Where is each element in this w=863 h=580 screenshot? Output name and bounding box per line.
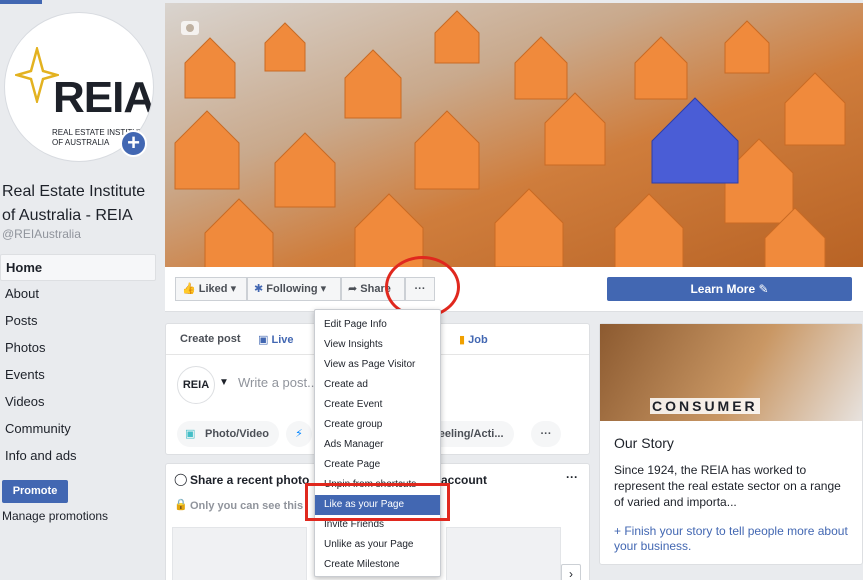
chevron-down-icon: ▾ xyxy=(320,283,327,295)
top-tab-indicator xyxy=(0,0,42,4)
menu-item-ads-manager[interactable]: Ads Manager xyxy=(315,435,440,455)
chevron-down-icon: ▾ xyxy=(230,283,237,295)
more-options-button[interactable]: ··· xyxy=(531,421,561,447)
story-image-text: CONSUMER xyxy=(650,398,760,414)
photo-thumbnail[interactable] xyxy=(172,527,307,580)
photo-video-button[interactable]: ▣ Photo/Video xyxy=(177,421,279,447)
manage-promotions-link[interactable]: Manage promotions xyxy=(2,509,108,523)
visibility-label: Only you can see this xyxy=(190,500,304,512)
sidebar-item-posts[interactable]: Posts xyxy=(0,308,156,335)
page-handle[interactable]: @REIAustralia xyxy=(2,227,81,241)
our-story-card: CONSUMER Our Story Since 1924, the REIA … xyxy=(599,323,863,565)
live-video-icon: ▣ xyxy=(258,334,269,346)
menu-item-create-milestone[interactable]: Create Milestone xyxy=(315,555,440,575)
sidebar-item-info-and-ads[interactable]: Info and ads xyxy=(0,443,156,470)
sidebar-item-about[interactable]: About xyxy=(0,281,156,308)
sidebar-item-home[interactable]: Home xyxy=(0,254,156,281)
sidebar-item-photos[interactable]: Photos xyxy=(0,335,156,362)
chevron-down-icon[interactable]: ▼ xyxy=(219,377,229,388)
story-body: Since 1924, the REIA has worked to repre… xyxy=(614,463,841,509)
cover-photo xyxy=(165,3,863,267)
rss-icon: ✱ xyxy=(254,283,264,295)
sidebar-item-events[interactable]: Events xyxy=(0,362,156,389)
menu-item-create-event[interactable]: Create Event xyxy=(315,395,440,415)
instagram-icon: ◯ xyxy=(174,472,188,486)
live-tab[interactable]: ▣ Live xyxy=(258,333,293,346)
pencil-icon: ✎ xyxy=(758,282,769,296)
story-title: Our Story xyxy=(614,435,674,451)
avatar[interactable]: REIA xyxy=(177,366,215,404)
liked-button[interactable]: 👍 Liked ▾ xyxy=(175,277,247,301)
menu-item-create-ad[interactable]: Create ad xyxy=(315,375,440,395)
lock-icon: 🔒 xyxy=(174,499,188,511)
blue-house xyxy=(651,97,739,184)
houses-illustration xyxy=(174,10,846,267)
avatar-subtitle-line2: OF AUSTRALIA xyxy=(52,138,110,147)
job-tab[interactable]: ▮ Job xyxy=(459,333,488,346)
menu-item-unlike-as-your-page[interactable]: Unlike as your Page xyxy=(315,535,440,555)
finish-story-link[interactable]: + Finish your story to tell people more … xyxy=(614,524,849,554)
avatar-logo-text: REIA xyxy=(53,73,154,122)
create-post-tab[interactable]: Create post xyxy=(180,333,241,345)
more-options-button[interactable]: ··· xyxy=(566,470,578,484)
menu-item-create-group[interactable]: Create group xyxy=(315,415,440,435)
learn-more-button[interactable]: Learn More ✎ xyxy=(607,277,852,301)
side-nav: Home About Posts Photos Events Videos Co… xyxy=(0,254,156,470)
chevron-right-icon[interactable]: › xyxy=(561,564,581,580)
menu-item-edit-page-info[interactable]: Edit Page Info xyxy=(315,315,440,335)
menu-item-create-page[interactable]: Create Page xyxy=(315,455,440,475)
left-sidebar: REIA REAL ESTATE INSTITUTE OF AUSTRALIA … xyxy=(0,0,163,580)
menu-item-view-insights[interactable]: View Insights xyxy=(315,335,440,355)
story-image: CONSUMER xyxy=(600,324,862,421)
photo-icon: ▣ xyxy=(185,428,196,440)
share-arrow-icon: ➦ xyxy=(348,283,358,295)
post-input[interactable]: Write a post... xyxy=(238,375,318,390)
messenger-icon[interactable]: ⚡ xyxy=(286,421,312,447)
photo-thumbnail[interactable] xyxy=(446,527,561,580)
update-profile-picture-plus-icon[interactable]: + xyxy=(120,130,147,157)
sidebar-item-videos[interactable]: Videos xyxy=(0,389,156,416)
more-options-menu: Edit Page Info View Insights View as Pag… xyxy=(314,309,441,577)
share-photo-title: Share a recent photo xyxy=(190,473,310,487)
page-action-bar: 👍 Liked ▾ ✱ Following ▾ ➦ Share ··· Lear… xyxy=(165,267,863,312)
following-button[interactable]: ✱ Following ▾ xyxy=(247,277,341,301)
sidebar-item-community[interactable]: Community xyxy=(0,416,156,443)
promote-button[interactable]: Promote xyxy=(2,480,68,503)
thumbs-up-icon: 👍 xyxy=(182,283,196,295)
camera-icon[interactable] xyxy=(181,21,199,35)
page-name[interactable]: Real Estate Institute of Australia - REI… xyxy=(2,180,160,228)
annotation-rectangle xyxy=(305,483,450,521)
menu-item-view-as-page-visitor[interactable]: View as Page Visitor xyxy=(315,355,440,375)
briefcase-icon: ▮ xyxy=(459,334,466,346)
